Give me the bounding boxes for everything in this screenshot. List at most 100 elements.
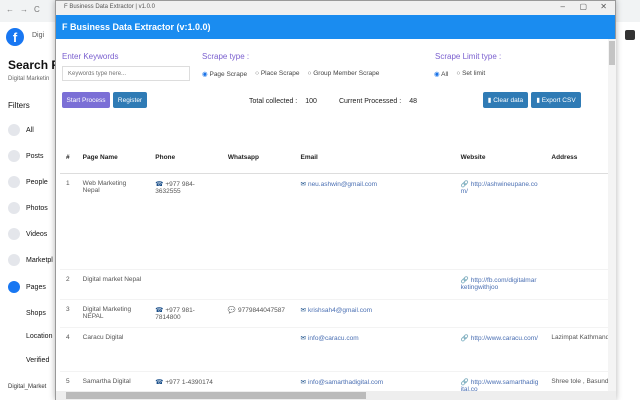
radio-set-limit[interactable]: ○ Set limit <box>456 70 485 78</box>
maximize-icon[interactable]: ▢ <box>579 2 587 11</box>
cell-website[interactable]: 🔗 http://ashwineupane.com/ <box>454 173 546 270</box>
cell-phone <box>149 327 222 372</box>
scrape-type-label: Scrape type : <box>202 52 250 61</box>
back-icon[interactable]: ← <box>6 5 14 14</box>
cell-pagename: Caracu Digital <box>76 327 150 372</box>
close-icon[interactable]: ✕ <box>600 2 607 11</box>
cell-address <box>545 269 612 300</box>
fb-filter-videos[interactable]: Videos <box>8 228 47 240</box>
cell-phone: ☎ +977 984-3632555 <box>149 173 222 270</box>
radio-page-scrape[interactable]: ◉ Page Scrape <box>202 70 247 78</box>
cell-website <box>454 299 546 328</box>
fb-bottom-text: Digital_Market <box>8 384 47 390</box>
results-table-container: # Page Name Phone Whatsapp Email Website Addre… <box>60 143 612 391</box>
file-icon: ▮ <box>536 97 540 104</box>
fb-filter-posts[interactable]: Posts <box>8 150 44 162</box>
clear-data-button[interactable]: ▮ Clear data <box>483 92 528 108</box>
cell-email[interactable]: ✉ info@caracu.com <box>294 327 455 372</box>
fb-filter-shops[interactable]: Shops <box>8 310 46 317</box>
email-icon: ✉ <box>300 378 306 386</box>
fb-filter-location[interactable]: Location <box>8 333 52 340</box>
radio-group-member-scrape[interactable]: ○ Group Member Scrape <box>307 70 379 78</box>
column-header: Address <box>545 143 612 174</box>
cell-whatsapp: 💬 9779844047587 <box>221 299 295 328</box>
fb-filter-pages[interactable]: Pages <box>8 281 46 293</box>
cell-website[interactable]: 🔗 http://www.samarthadigital.co <box>454 371 546 391</box>
limit-label: Scrape Limit type : <box>435 52 502 61</box>
link-icon: 🔗 <box>460 334 469 342</box>
cell-: 3 <box>60 299 77 328</box>
notification-icon[interactable] <box>625 30 635 40</box>
cell-pagename: Samartha Digital <box>76 371 150 391</box>
phone-icon: ☎ <box>155 306 164 314</box>
cell-email <box>294 269 455 300</box>
cell-email[interactable]: ✉ neu.ashwin@gmail.com <box>294 173 455 270</box>
facebook-logo[interactable]: f <box>6 28 24 46</box>
cell-: 4 <box>60 327 77 372</box>
fb-search[interactable]: Digi <box>32 32 44 39</box>
cell-whatsapp <box>221 173 295 270</box>
filter-icon <box>8 124 20 136</box>
window-titlebar-text: F Business Data Extractor | v1.0.0 <box>64 4 155 10</box>
register-button[interactable]: Register <box>113 92 147 108</box>
column-header: Website <box>454 143 546 174</box>
cell-pagename: Digital Marketing NEPAL <box>76 299 150 328</box>
link-icon: 🔗 <box>460 276 469 284</box>
cell-phone: ☎ +977 1-4390174 <box>149 371 222 391</box>
cell-phone <box>149 269 222 300</box>
column-header: Page Name <box>76 143 150 174</box>
minimize-icon[interactable]: – <box>561 2 565 11</box>
cell-phone: ☎ +977 981-7814800 <box>149 299 222 328</box>
filter-icon <box>8 281 20 293</box>
cell-address: Lazimpat Kathmand <box>545 327 612 372</box>
fb-subtitle: Digital Marketin <box>8 76 50 82</box>
cell-address: Shree tole , Basund <box>545 371 612 391</box>
table-row: 5 Samartha Digital ☎ +977 1-4390174 ✉ info@sa… <box>60 371 612 391</box>
cell-address <box>545 173 612 270</box>
forward-icon[interactable]: → <box>20 5 28 14</box>
fb-filter-marketpl[interactable]: Marketpl <box>8 254 53 266</box>
cell-address <box>545 299 612 328</box>
horizontal-scrollbar[interactable] <box>56 391 616 400</box>
fb-filter-people[interactable]: People <box>8 176 48 188</box>
reload-icon[interactable]: C <box>34 5 40 14</box>
table-row: 2 Digital market Nepal 🔗 http://fb.com/digi… <box>60 269 612 300</box>
window-titlebar: F Business Data Extractor | v1.0.0 – ▢ ✕ <box>56 1 615 15</box>
cell-whatsapp <box>221 371 295 391</box>
filter-icon <box>8 254 20 266</box>
email-icon: ✉ <box>300 306 306 314</box>
extractor-window: F Business Data Extractor | v1.0.0 – ▢ ✕… <box>55 0 616 400</box>
phone-icon: ☎ <box>155 378 164 386</box>
phone-icon: ☎ <box>155 180 164 188</box>
cell-website[interactable]: 🔗 http://fb.com/digitalmarketingwithjoo <box>454 269 546 300</box>
cell-pagename: Digital market Nepal <box>76 269 150 300</box>
email-icon: ✉ <box>300 334 306 342</box>
email-icon: ✉ <box>300 180 306 188</box>
filter-icon <box>8 228 20 240</box>
cell-whatsapp <box>221 269 295 300</box>
results-table: # Page Name Phone Whatsapp Email Website Addre… <box>60 143 612 391</box>
vertical-scrollbar[interactable] <box>608 39 616 391</box>
keywords-input[interactable] <box>62 66 190 81</box>
radio-place-scrape[interactable]: ○ Place Scrape <box>255 70 299 78</box>
trash-icon: ▮ <box>487 97 492 104</box>
column-header: Email <box>294 143 455 174</box>
cell-email[interactable]: ✉ info@samarthadigital.com <box>294 371 455 391</box>
radio-all[interactable]: ◉ All <box>434 70 448 78</box>
fb-filter-all[interactable]: All <box>8 124 34 136</box>
fb-filters: Filters <box>8 101 30 110</box>
export-csv-button[interactable]: ▮ Export CSV <box>531 92 581 108</box>
table-row: 1 Web Marketing Nepal ☎ +977 984-3632555 ✉ ne… <box>60 173 612 270</box>
link-icon: 🔗 <box>460 180 469 188</box>
processed-value: 48 <box>409 98 417 105</box>
start-process-button[interactable]: Start Process <box>62 92 110 108</box>
cell-whatsapp <box>221 327 295 372</box>
filter-icon <box>8 150 20 162</box>
cell-email[interactable]: ✉ krishsah4@gmail.com <box>294 299 455 328</box>
column-header: Whatsapp <box>221 143 295 174</box>
fb-filter-photos[interactable]: Photos <box>8 202 48 214</box>
cell-: 1 <box>60 173 77 270</box>
cell-website[interactable]: 🔗 http://www.caracu.com/ <box>454 327 546 372</box>
fb-filter-verified[interactable]: Verified <box>8 357 49 364</box>
cell-: 2 <box>60 269 77 300</box>
